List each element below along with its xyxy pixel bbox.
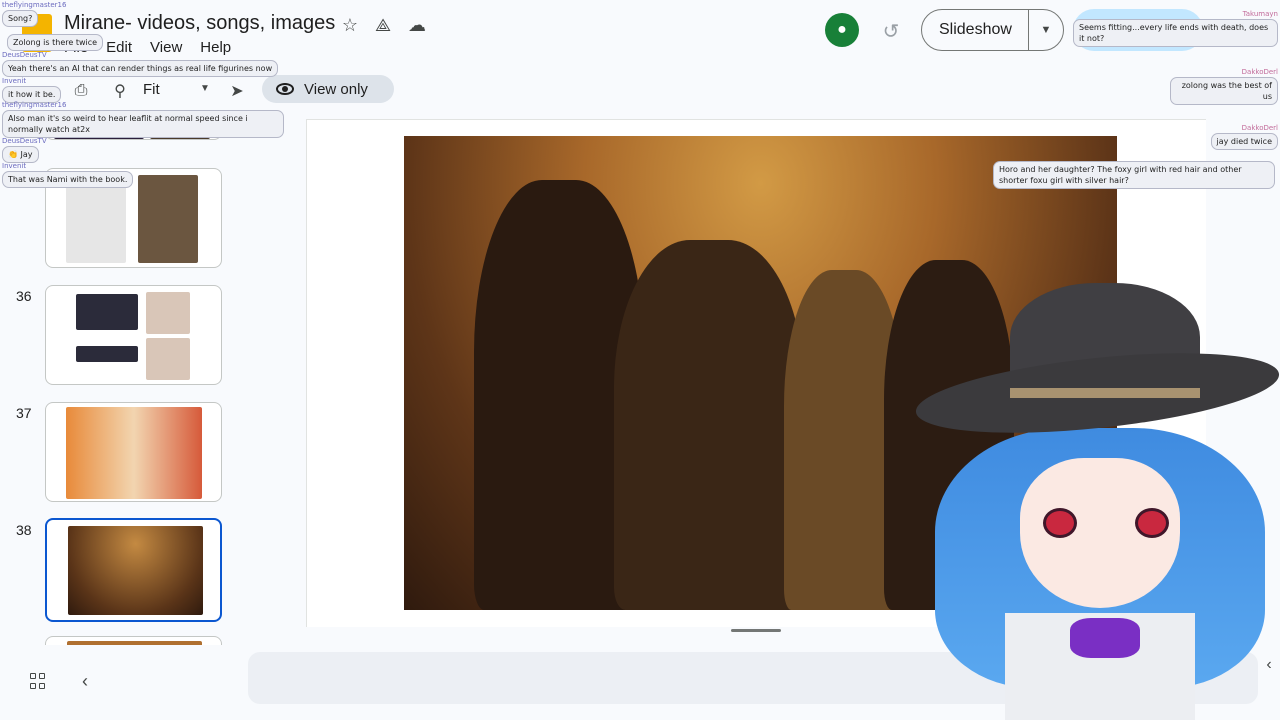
- select-cursor-icon[interactable]: ➤: [225, 79, 249, 103]
- thumbnail-image: [66, 407, 202, 499]
- slideshow-label: Slideshow: [939, 21, 1012, 38]
- chat-message: Invenit That was Nami with the book.: [2, 162, 134, 188]
- thumbnail-image: [76, 346, 138, 362]
- move-folder-icon[interactable]: ⟁: [372, 14, 394, 36]
- chat-text: Also man it's so weird to hear leaflit a…: [2, 110, 284, 138]
- grid-view-icon[interactable]: [30, 673, 46, 689]
- scroll-handle[interactable]: [731, 629, 781, 632]
- slide-thumbnail[interactable]: [45, 636, 222, 645]
- thumbnail-image: [138, 175, 198, 263]
- cowboy-hat-band: [1010, 388, 1200, 398]
- avatar-eye: [1135, 508, 1169, 538]
- zoom-value[interactable]: Fit: [143, 81, 160, 98]
- slideshow-button[interactable]: Slideshow ▼: [921, 9, 1064, 51]
- chat-username: DakkoDerl: [1241, 68, 1278, 76]
- chat-message: theflyingmaster16 Also man it's so weird…: [2, 101, 287, 138]
- chat-text: Zolong is there twice: [7, 34, 104, 51]
- view-only-label: View only: [304, 80, 368, 98]
- meet-icon[interactable]: ●: [825, 13, 859, 47]
- print-icon[interactable]: ⎙: [69, 79, 93, 103]
- slide-number: 36: [16, 288, 32, 304]
- chat-username: Invenit: [2, 162, 27, 170]
- cloud-status-icon[interactable]: ☁: [406, 14, 428, 36]
- chat-text: Yeah there's an AI that can render thing…: [2, 60, 279, 77]
- chat-text: Song?: [2, 10, 39, 27]
- collapse-filmstrip-icon[interactable]: ‹: [82, 671, 88, 692]
- thumbnail-image: [67, 641, 202, 645]
- slide-thumbnail-selected[interactable]: [45, 518, 222, 622]
- thumbnail-image: [68, 526, 203, 615]
- thumbnail-image: [76, 294, 138, 330]
- chat-message: Takumayn Seems fitting...every life ends…: [1073, 10, 1278, 47]
- chat-message: Invenit it how it be.: [2, 77, 62, 103]
- chat-message: Zolong is there twice: [7, 34, 104, 51]
- vtuber-avatar: [915, 278, 1280, 720]
- chat-username: DakkoDerl: [1241, 124, 1278, 132]
- history-icon[interactable]: ↺: [876, 16, 906, 46]
- chat-message: DeusDeusTV 👏 Jay: [2, 137, 47, 163]
- chat-username: Invenit: [2, 77, 27, 85]
- warrior-figure: [614, 240, 804, 610]
- star-icon[interactable]: ☆: [339, 14, 361, 36]
- slide-thumbnail[interactable]: [45, 402, 222, 502]
- slide-filmstrip[interactable]: 36 37 38: [0, 110, 240, 645]
- chat-username: theflyingmaster16: [2, 1, 67, 9]
- chat-text: Seems fitting...every life ends with dea…: [1073, 19, 1278, 47]
- chat-message: theflyingmaster16 Song?: [2, 1, 66, 27]
- thumbnail-image: [66, 175, 126, 263]
- chat-text: jay died twice: [1210, 133, 1278, 150]
- zoom-icon[interactable]: ⚲: [108, 79, 132, 103]
- chat-message: Horo and her daughter? The foxy girl wit…: [993, 161, 1275, 189]
- thumbnail-image: [146, 338, 190, 380]
- chat-username: theflyingmaster16: [2, 101, 67, 109]
- document-title[interactable]: Mirane- videos, songs, images: [64, 12, 335, 35]
- chat-text: 👏 Jay: [2, 146, 39, 163]
- avatar-eye: [1043, 508, 1077, 538]
- chat-text: Horo and her daughter? The foxy girl wit…: [993, 161, 1275, 189]
- avatar-bow: [1070, 618, 1140, 658]
- eye-icon: [276, 83, 294, 95]
- chat-username: DeusDeusTV: [2, 137, 47, 145]
- chat-username: Takumayn: [1242, 10, 1278, 18]
- view-only-chip[interactable]: View only: [262, 75, 394, 103]
- thumbnail-image: [146, 292, 190, 334]
- chat-text: That was Nami with the book.: [2, 171, 134, 188]
- chevron-down-icon[interactable]: ▼: [1029, 24, 1063, 36]
- chat-username: DeusDeusTV: [2, 51, 47, 59]
- slide-number: 38: [16, 522, 32, 538]
- chat-message: DakkoDerl jay died twice: [1196, 124, 1278, 150]
- chat-message: DeusDeusTV Yeah there's an AI that can r…: [2, 51, 279, 77]
- zoom-dropdown-icon[interactable]: ▼: [200, 83, 210, 94]
- chat-text: zolong was the best of us: [1170, 77, 1278, 105]
- slide-number: 37: [16, 405, 32, 421]
- chat-message: DakkoDerl zolong was the best of us: [1170, 68, 1278, 105]
- slide-thumbnail[interactable]: [45, 285, 222, 385]
